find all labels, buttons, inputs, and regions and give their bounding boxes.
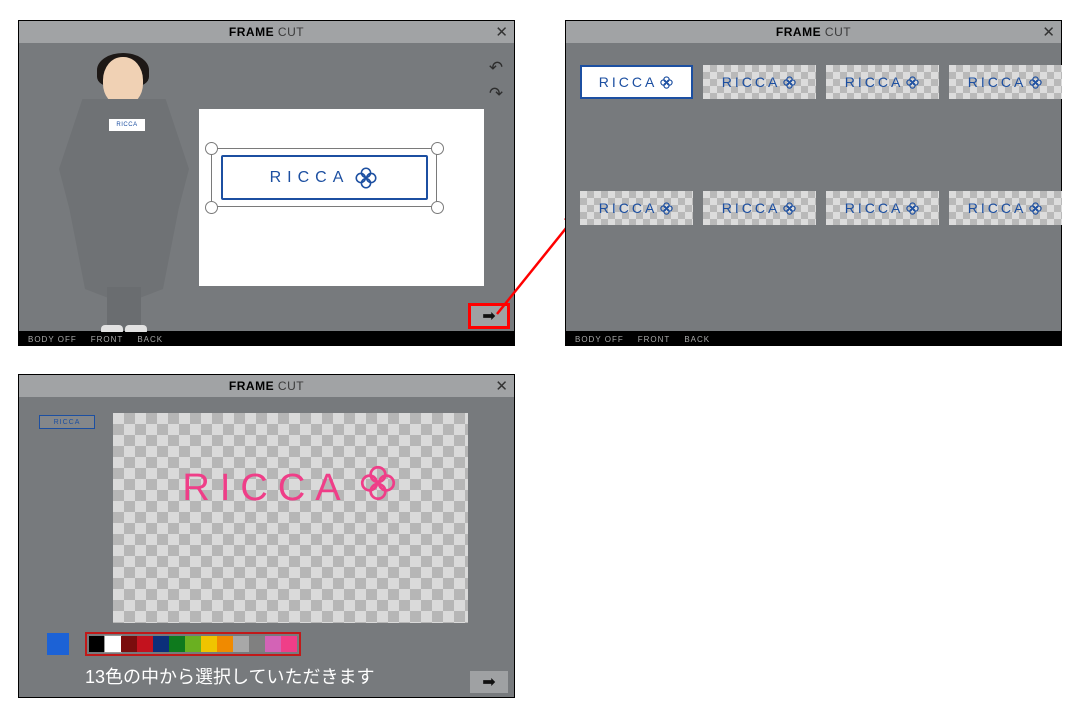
- toolbar-back[interactable]: BACK: [684, 335, 710, 344]
- thumb-item[interactable]: RICCA: [703, 191, 816, 225]
- ricca-logo-mini: RICCA: [968, 74, 1044, 90]
- redo-icon[interactable]: ↷: [484, 83, 508, 105]
- toolbar-body-off[interactable]: BODY OFF: [575, 335, 624, 344]
- ricca-logo-mini: RICCA: [599, 74, 675, 90]
- thumb-item[interactable]: RICCA: [949, 191, 1062, 225]
- palette-swatch[interactable]: [137, 636, 153, 652]
- palette-swatch[interactable]: [169, 636, 185, 652]
- panel-titlebar: FRAME CUT ✕: [19, 375, 514, 397]
- panel-title: FRAME CUT: [229, 379, 304, 393]
- toolbar-back[interactable]: BACK: [137, 335, 163, 344]
- toolbar-body-off[interactable]: BODY OFF: [28, 335, 77, 344]
- thumb-row-1: RICCA RICCA RICCA RICCA: [580, 65, 1062, 99]
- avatar-tag: RICCA: [109, 119, 145, 131]
- thumb-item[interactable]: RICCA: [826, 191, 939, 225]
- ricca-logo-mini: RICCA: [845, 200, 921, 216]
- palette-swatch[interactable]: [281, 636, 297, 652]
- view-toolbar: BODY OFF FRONT BACK: [18, 332, 515, 346]
- close-icon[interactable]: ✕: [495, 23, 508, 41]
- panel-title: FRAME CUT: [229, 25, 304, 39]
- palette-swatch[interactable]: [249, 636, 265, 652]
- ricca-logo-mini: RICCA: [599, 200, 675, 216]
- panel-titlebar: FRAME CUT ✕: [19, 21, 514, 43]
- view-toolbar: BODY OFF FRONT BACK: [565, 332, 1062, 346]
- mini-preview[interactable]: RICCA: [39, 415, 95, 429]
- ricca-logo-mini: RICCA: [722, 74, 798, 90]
- panel-titlebar: FRAME CUT ✕: [566, 21, 1061, 43]
- palette-swatch[interactable]: [153, 636, 169, 652]
- frame-cut-panel-color: FRAME CUT ✕ RICCA RICCA 13色の中から選択していただきま…: [18, 374, 515, 698]
- crop-handle-tl[interactable]: [205, 142, 218, 155]
- palette-swatch[interactable]: [89, 636, 105, 652]
- logo-bounding-box[interactable]: RICCA: [221, 155, 428, 200]
- ricca-logo-mini: RICCA: [722, 200, 798, 216]
- color-canvas[interactable]: RICCA: [113, 413, 468, 623]
- palette-swatch[interactable]: [121, 636, 137, 652]
- ricca-logo-mini: RICCA: [845, 74, 921, 90]
- thumb-row-2: RICCA RICCA RICCA RICCA: [580, 191, 1062, 225]
- thumb-item[interactable]: RICCA: [826, 65, 939, 99]
- ricca-logo: RICCA: [270, 165, 380, 191]
- rosette-icon: [357, 462, 399, 514]
- palette-swatch[interactable]: [217, 636, 233, 652]
- crop-handle-bl[interactable]: [205, 201, 218, 214]
- ricca-logo-mini: RICCA: [968, 200, 1044, 216]
- crop-handle-tr[interactable]: [431, 142, 444, 155]
- thumb-item[interactable]: RICCA: [580, 65, 693, 99]
- rosette-icon: [353, 165, 379, 191]
- palette-swatch[interactable]: [105, 636, 121, 652]
- frame-cut-panel-edit: FRAME CUT ✕ RICCA RICCA ↶ ↷ ➡: [18, 20, 515, 332]
- toolbar-front[interactable]: FRONT: [91, 335, 124, 344]
- thumb-item[interactable]: RICCA: [703, 65, 816, 99]
- panel-title: FRAME CUT: [776, 25, 851, 39]
- close-icon[interactable]: ✕: [1042, 23, 1055, 41]
- palette-swatch[interactable]: [201, 636, 217, 652]
- ricca-logo-colored: RICCA: [182, 462, 398, 514]
- undo-icon[interactable]: ↶: [484, 57, 508, 79]
- toolbar-front[interactable]: FRONT: [638, 335, 671, 344]
- palette-caption: 13色の中から選択していただきます: [85, 663, 374, 689]
- avatar-mannequin: RICCA: [59, 57, 189, 337]
- color-palette: [87, 634, 299, 654]
- palette-swatch[interactable]: [233, 636, 249, 652]
- next-arrow-button[interactable]: ➡: [470, 305, 508, 327]
- frame-cut-panel-thumbs: FRAME CUT ✕ RICCARICCARICCARICCA RICCARI…: [565, 20, 1062, 332]
- thumb-item[interactable]: RICCA: [949, 65, 1062, 99]
- crop-handle-br[interactable]: [431, 201, 444, 214]
- current-color-swatch: [47, 633, 69, 655]
- palette-swatch[interactable]: [185, 636, 201, 652]
- palette-swatch[interactable]: [265, 636, 281, 652]
- thumb-item[interactable]: RICCA: [580, 191, 693, 225]
- next-arrow-button[interactable]: ➡: [470, 671, 508, 693]
- close-icon[interactable]: ✕: [495, 377, 508, 395]
